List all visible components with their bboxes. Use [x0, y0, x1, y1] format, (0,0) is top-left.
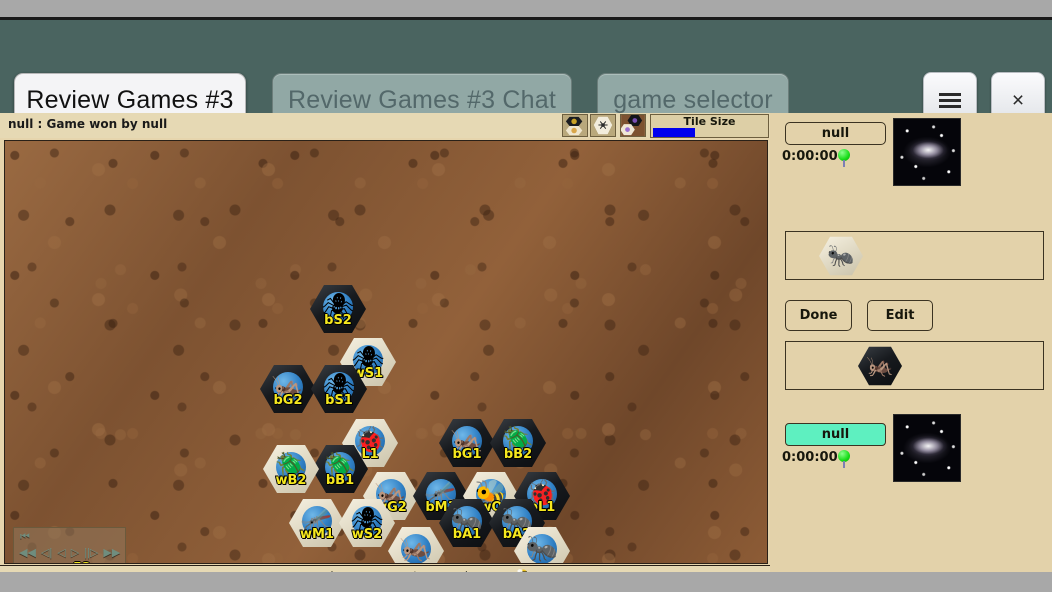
grasshopper-icon: 🦗 [866, 353, 894, 378]
player-bottom-status-dot [838, 450, 850, 468]
tile-label: wB2 [275, 473, 307, 488]
play-icon[interactable]: ▶ [106, 561, 118, 563]
ant-icon: 🐜 [525, 533, 559, 563]
tile-label: bS1 [325, 393, 353, 408]
tile-label: bB1 [325, 473, 355, 488]
tile-label: bS2 [324, 313, 352, 328]
player-top-avatar[interactable] [893, 118, 961, 186]
close-icon: × [1011, 88, 1025, 112]
game-sidebar: null 0:00:00 🐜 Done Edit 🦗 null 0:00:00 [770, 113, 1052, 592]
player-bottom-avatar[interactable] [893, 414, 961, 482]
player-top-clock: 0:00:00 [782, 149, 838, 164]
board-preview-icon-button[interactable] [620, 114, 646, 137]
tray-bottom[interactable]: 🦗 [785, 341, 1044, 390]
os-top-bar [0, 0, 1052, 17]
os-bottom-bar [0, 572, 1052, 592]
playback-button[interactable]: ◀◀ [19, 548, 36, 559]
playback-button[interactable]: ◁| [41, 548, 52, 559]
tile-label: L1 [361, 447, 379, 462]
pieces-icon [563, 115, 587, 136]
tab-label: game selector [613, 85, 773, 114]
tile-size-slider[interactable]: Tile Size [650, 114, 769, 138]
tile-label: bG1 [452, 447, 482, 462]
game-applet: null : Game won by null Tile Size 🕷 bS2 … [0, 113, 1052, 592]
player-top-name-box[interactable]: null [785, 122, 886, 145]
tile-label: bG2 [273, 393, 303, 408]
tab-label: Review Games #3 [26, 85, 234, 114]
playback-button-row: ◀◀ ◁| ◁ ▷ ||▷ ▶▶ [19, 548, 120, 559]
board-preview-icon [621, 115, 645, 136]
tray-bottom-tile[interactable]: 🦗 [858, 346, 902, 386]
player-bottom-clock: 0:00:00 [782, 450, 838, 465]
playback-button[interactable]: ◁ [57, 548, 65, 559]
tile-label: wS2 [351, 527, 383, 542]
tile-label: wM1 [300, 527, 334, 542]
tile-label: bA1 [452, 527, 482, 542]
player-bottom-name: null [821, 427, 850, 442]
edit-button[interactable]: Edit [867, 300, 933, 331]
tile-size-track[interactable] [653, 128, 767, 137]
playback-button[interactable]: ▶▶ [103, 548, 120, 559]
playback-button[interactable]: ||▷ [84, 548, 98, 559]
tile-size-fill [653, 128, 696, 137]
tile-label: bB2 [503, 447, 533, 462]
playback-controls[interactable]: ⏮ ◀◀ ◁| ◁ ▷ ||▷ ▶▶ 52 ▶ [13, 527, 126, 563]
pieces-icon-button[interactable] [562, 114, 588, 137]
game-board[interactable]: 🕷 bS2 🕷 wS1 🦗 bG2 🕷 bS1 🐞 L1 🪲 bB1 🪲 wB2 🦗 wG2 🦟 bM1 🐝 wQ 🐞 b… [4, 140, 768, 564]
player-bottom-name-box[interactable]: null [785, 423, 886, 446]
grasshopper-icon: 🦗 [399, 533, 433, 563]
game-status-bar: null : Game won by null Tile Size [0, 113, 770, 138]
move-counter: 52 [73, 561, 91, 563]
app-header: Review Games #3 Review Games #3 Chat gam… [0, 20, 1052, 128]
done-label: Done [799, 308, 838, 323]
tab-label: Review Games #3 Chat [287, 85, 556, 114]
jump-to-start-icon[interactable]: ⏮ [20, 532, 30, 543]
playback-jump-start-row: ⏮ [20, 532, 30, 543]
player-top-status-dot [838, 149, 850, 167]
white-tile-icon-button[interactable] [590, 114, 616, 137]
tray-top-tile[interactable]: 🐜 [819, 236, 863, 276]
hamburger-icon [939, 90, 961, 111]
tile-size-label: Tile Size [683, 115, 736, 128]
game-status-text: null : Game won by null [8, 117, 168, 131]
white-tile-icon [591, 115, 615, 136]
playback-button[interactable]: ▷ [71, 548, 79, 559]
tray-top[interactable]: 🐜 [785, 231, 1044, 280]
ant-icon: 🐜 [827, 243, 855, 268]
edit-label: Edit [885, 308, 915, 323]
done-button[interactable]: Done [785, 300, 852, 331]
player-top-name: null [821, 126, 850, 141]
